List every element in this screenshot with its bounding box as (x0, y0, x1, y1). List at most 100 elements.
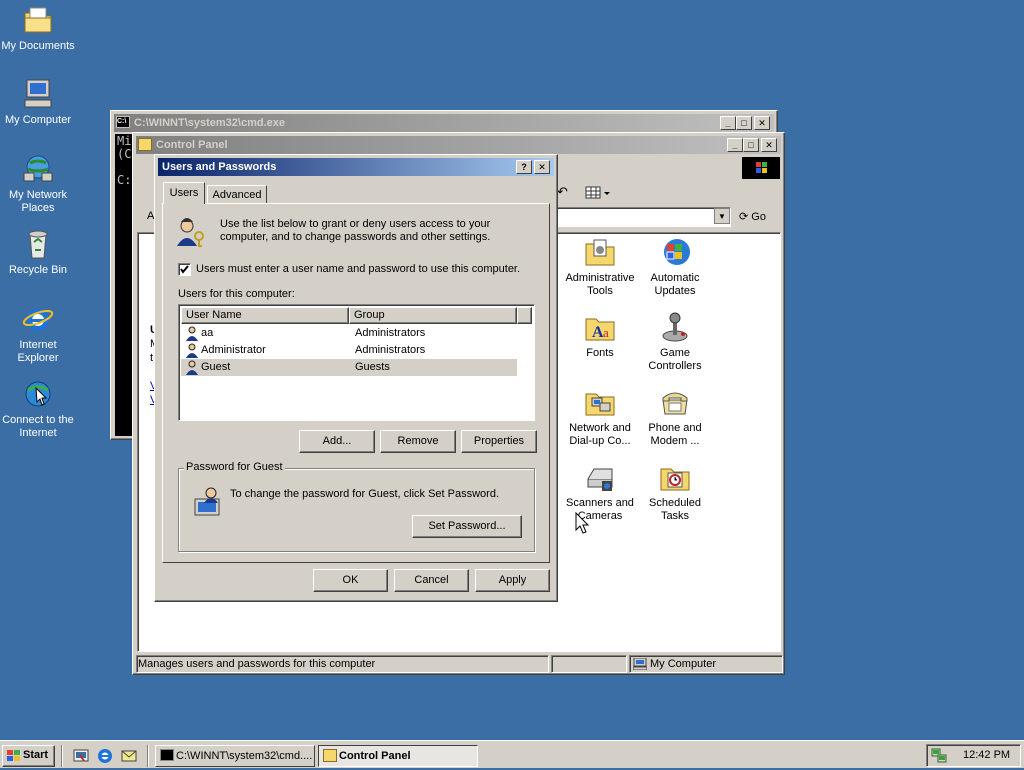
dialog-titlebar[interactable]: Users and Passwords ? ✕ (158, 158, 554, 176)
start-button[interactable]: Start (2, 745, 55, 767)
tab-advanced-label: Advanced (212, 189, 262, 201)
maximize-button[interactable]: □ (743, 138, 759, 152)
start-label: Start (23, 749, 49, 761)
password-info-text: To change the password for Guest, click … (230, 488, 500, 500)
views-button[interactable] (585, 185, 611, 201)
cmd-title: C:\WINNT\system32\cmd.exe (134, 117, 285, 129)
control-panel-titlebar[interactable]: Control Panel _ □ ✕ (136, 136, 781, 154)
require-login-label[interactable]: Users must enter a user name and passwor… (196, 263, 520, 275)
user-icon (185, 343, 199, 358)
require-login-checkbox[interactable] (178, 263, 191, 276)
apply-button[interactable]: Apply (475, 569, 550, 592)
go-arrow-icon: ⟳ (739, 211, 749, 223)
computer-user-icon (191, 485, 223, 517)
system-tray: 12:42 PM (926, 744, 1021, 767)
tab-advanced[interactable]: Advanced (207, 185, 267, 204)
user-group-cell: Administrators (355, 327, 426, 339)
cp-item-scanners-cameras[interactable]: Scanners and Cameras (562, 461, 638, 523)
cp-item-label: Administrative Tools (565, 272, 635, 297)
taskbar: Start C:\WINNT\system32\cmd.... Control … (0, 740, 1024, 768)
cp-item-label: Fonts (586, 347, 614, 359)
recycle-bin-icon (22, 228, 54, 260)
password-group-label: Password for Guest (184, 461, 285, 473)
status-text: Manages users and passwords for this com… (136, 655, 549, 673)
set-password-button[interactable]: Set Password... (412, 515, 522, 538)
joystick-icon (659, 311, 691, 343)
cp-item-label: Network and Dial-up Co... (569, 422, 631, 447)
taskbar-button-label: Control Panel (339, 750, 411, 762)
help-button[interactable]: ? (516, 160, 532, 174)
properties-button[interactable]: Properties (461, 430, 537, 453)
close-button[interactable]: ✕ (754, 116, 770, 130)
column-header-group[interactable]: Group (349, 307, 517, 324)
intro-text: Use the list below to grant or deny user… (220, 218, 491, 243)
minimize-button[interactable]: _ (727, 138, 743, 152)
cancel-button[interactable]: Cancel (394, 569, 469, 592)
cp-item-scheduled-tasks[interactable]: Scheduled Tasks (637, 461, 713, 523)
users-list-label: Users for this computer: (178, 288, 295, 300)
quicklaunch-ie-icon[interactable] (96, 747, 114, 765)
connect-internet-icon (22, 378, 54, 410)
cp-item-network-dialup[interactable]: Network and Dial-up Co... (562, 386, 638, 448)
cp-item-fonts[interactable]: Aa Fonts (562, 311, 638, 360)
desktop-icon-label: Recycle Bin (8, 264, 68, 276)
go-button[interactable]: ⟳ Go (739, 208, 775, 227)
column-header-label: Group (354, 309, 385, 321)
users-tab-panel: Use the list below to grant or deny user… (162, 203, 550, 563)
quicklaunch-outlook-icon[interactable] (120, 747, 138, 765)
network-places-icon (22, 153, 54, 185)
back-refresh-icon[interactable]: ↶ (557, 185, 573, 201)
cp-item-label: Scheduled Tasks (649, 497, 701, 522)
desktop-icon-label: My Computer (4, 114, 72, 126)
password-groupbox: Password for Guest To change the passwor… (178, 461, 535, 552)
user-row-aa[interactable]: aa Administrators (181, 325, 517, 342)
admin-tools-icon (584, 236, 616, 268)
desktop-icon-label: Connect to the Internet (2, 414, 74, 439)
column-header-username[interactable]: User Name (181, 307, 349, 324)
ok-button[interactable]: OK (313, 569, 388, 592)
column-header-filler (517, 307, 532, 324)
user-name-cell: Guest (201, 361, 231, 373)
maximize-button[interactable]: □ (736, 116, 752, 130)
cp-item-phone-modem[interactable]: Phone and Modem ... (637, 386, 713, 448)
desktop-icon-label: My Documents (1, 40, 75, 52)
control-panel-app-icon (138, 138, 152, 151)
user-row-administrator[interactable]: Administrator Administrators (181, 342, 517, 359)
internet-explorer-icon (22, 303, 54, 335)
desktop-icon-label: Internet Explorer (17, 339, 59, 364)
taskbar-separator (147, 745, 149, 767)
cmd-titlebar[interactable]: C:\ C:\WINNT\system32\cmd.exe _ □ ✕ (114, 114, 774, 132)
close-button[interactable]: ✕ (761, 138, 777, 152)
cp-item-administrative-tools[interactable]: Administrative Tools (562, 236, 638, 298)
computer-icon (22, 78, 54, 110)
add-user-button[interactable]: Add... (299, 430, 375, 453)
cp-item-label: Phone and Modem ... (648, 422, 702, 447)
tab-users[interactable]: Users (163, 182, 205, 204)
network-tray-icon[interactable] (931, 748, 947, 764)
users-listview[interactable]: User Name Group aa Administrators Admini… (178, 304, 535, 421)
my-computer-small-icon (632, 657, 648, 671)
desktop-icon-my-computer[interactable]: My Computer (0, 78, 76, 127)
taskbar-button-cmd[interactable]: C:\WINNT\system32\cmd.... (155, 745, 315, 767)
clock[interactable]: 12:42 PM (963, 749, 1010, 761)
user-row-guest[interactable]: Guest Guests (181, 359, 517, 376)
address-input[interactable]: ▼ (555, 207, 731, 227)
remove-user-button[interactable]: Remove (380, 430, 456, 453)
desktop-icon-network-places[interactable]: My Network Places (0, 153, 76, 215)
taskbar-button-control-panel[interactable]: Control Panel (318, 745, 478, 767)
quicklaunch-desktop-icon[interactable] (72, 747, 90, 765)
folder-documents-icon (22, 4, 54, 36)
windows-update-icon (659, 236, 691, 268)
users-passwords-dialog[interactable]: Users and Passwords ? ✕ Users Advanced U… (154, 154, 558, 602)
chevron-down-icon[interactable]: ▼ (714, 208, 730, 224)
close-button[interactable]: ✕ (534, 160, 550, 174)
minimize-button[interactable]: _ (720, 116, 736, 130)
desktop-icon-my-documents[interactable]: My Documents (0, 4, 76, 53)
cp-item-automatic-updates[interactable]: Automatic Updates (637, 236, 713, 298)
desktop-icon-recycle-bin[interactable]: Recycle Bin (0, 228, 76, 277)
cp-item-game-controllers[interactable]: Game Controllers (637, 311, 713, 373)
go-label: Go (751, 211, 766, 223)
taskbar-separator (61, 745, 63, 767)
desktop-icon-internet-explorer[interactable]: Internet Explorer (0, 303, 76, 365)
desktop-icon-connect-internet[interactable]: Connect to the Internet (0, 378, 76, 440)
